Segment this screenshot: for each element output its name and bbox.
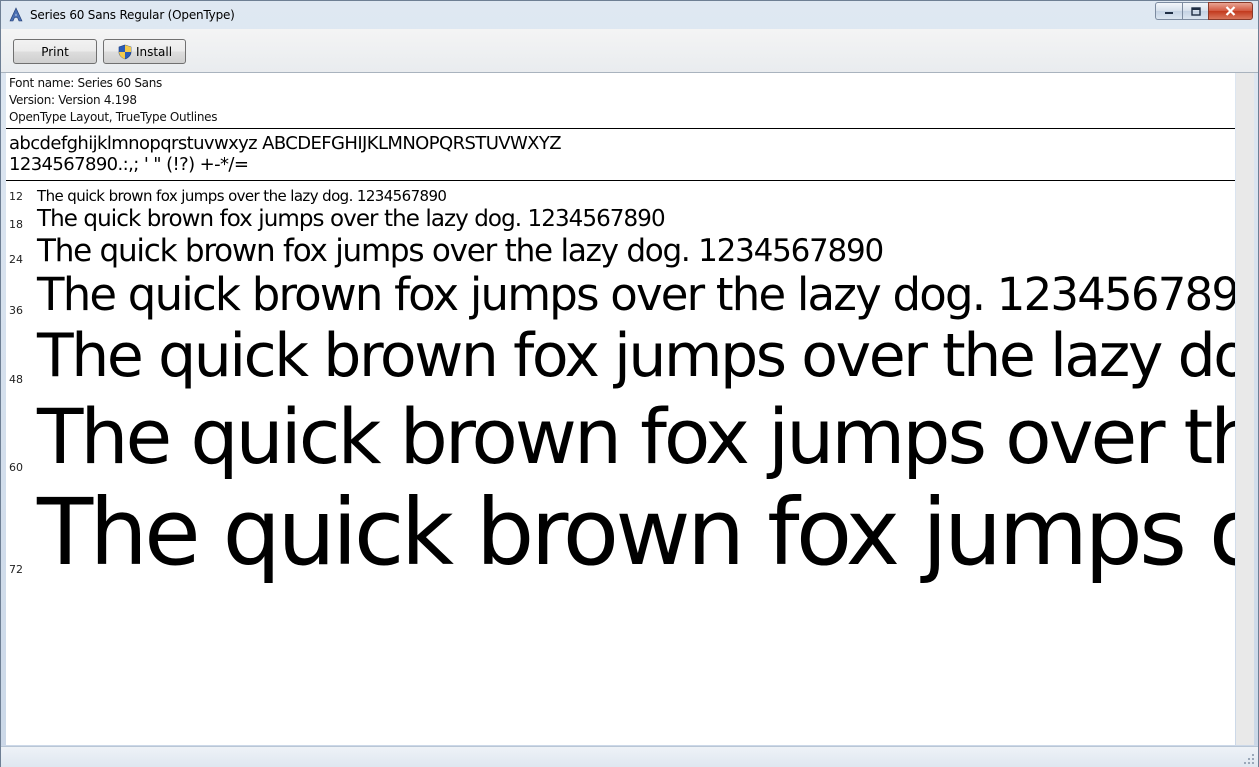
sample-text: The quick brown fox jumps over the lazy … [37, 479, 1235, 586]
size-label: 18 [9, 218, 23, 231]
install-button[interactable]: Install [103, 39, 186, 64]
sample-text: The quick brown fox jumps over the lazy … [37, 321, 1235, 391]
toolbar: Print Install [1, 29, 1258, 73]
window-title: Series 60 Sans Regular (OpenType) [30, 8, 235, 22]
sample-text: The quick brown fox jumps over the lazy … [37, 268, 1235, 321]
size-label: 36 [9, 304, 23, 317]
character-set: abcdefghijklmnopqrstuvwxyz ABCDEFGHIJKLM… [6, 129, 1235, 180]
sample-text: The quick brown fox jumps over the lazy … [37, 206, 666, 232]
install-button-label: Install [135, 44, 173, 59]
minimize-button[interactable] [1155, 2, 1182, 20]
close-icon [1225, 6, 1236, 16]
font-info: Font name: Series 60 Sans Version: Versi… [6, 73, 1235, 126]
maximize-button[interactable] [1182, 2, 1208, 20]
close-button[interactable] [1208, 2, 1253, 20]
size-label: 48 [9, 373, 23, 386]
title-bar[interactable]: Series 60 Sans Regular (OpenType) [1, 1, 1258, 29]
sample-text: The quick brown fox jumps over the lazy … [37, 187, 447, 205]
sample-row-48: 48 The quick brown fox jumps over the la… [6, 321, 1235, 391]
maximize-icon [1190, 6, 1201, 16]
charset-symbols: 1234567890.:,; ' " (!?) +-*/= [9, 154, 249, 175]
caption-buttons [1155, 2, 1253, 22]
status-bar [1, 746, 1258, 767]
print-button-label: Print [41, 44, 69, 59]
sample-text: The quick brown fox jumps over the lazy … [37, 392, 1235, 481]
sample-row-12: 12 The quick brown fox jumps over the la… [6, 183, 1235, 205]
font-viewer-window: Series 60 Sans Regular (OpenType) Print … [0, 0, 1259, 767]
font-layout-line: OpenType Layout, TrueType Outlines [9, 110, 218, 124]
print-button[interactable]: Print [13, 39, 97, 64]
size-label: 24 [9, 253, 23, 266]
sample-list: 12 The quick brown fox jumps over the la… [6, 181, 1235, 585]
charset-letters: abcdefghijklmnopqrstuvwxyz ABCDEFGHIJKLM… [9, 133, 562, 154]
uac-shield-icon [118, 44, 132, 59]
sample-row-18: 18 The quick brown fox jumps over the la… [6, 205, 1235, 233]
font-version-line: Version: Version 4.198 [9, 93, 137, 107]
sample-row-24: 24 The quick brown fox jumps over the la… [6, 233, 1235, 269]
size-label: 60 [9, 461, 23, 474]
resize-grip-icon[interactable] [1243, 753, 1255, 765]
sample-row-60: 60 The quick brown fox jumps over the la… [6, 391, 1235, 481]
sample-row-72: 72 The quick brown fox jumps over the la… [6, 481, 1235, 585]
sample-text: The quick brown fox jumps over the lazy … [37, 233, 884, 269]
font-name-line: Font name: Series 60 Sans [9, 76, 162, 90]
size-label: 72 [9, 563, 23, 576]
minimize-icon [1165, 12, 1173, 14]
vertical-scrollbar[interactable] [1236, 73, 1254, 745]
sample-row-36: 36 The quick brown fox jumps over the la… [6, 269, 1235, 321]
size-label: 12 [9, 190, 23, 203]
font-preview-pane[interactable]: Font name: Series 60 Sans Version: Versi… [6, 73, 1235, 745]
font-viewer-icon [9, 7, 23, 22]
